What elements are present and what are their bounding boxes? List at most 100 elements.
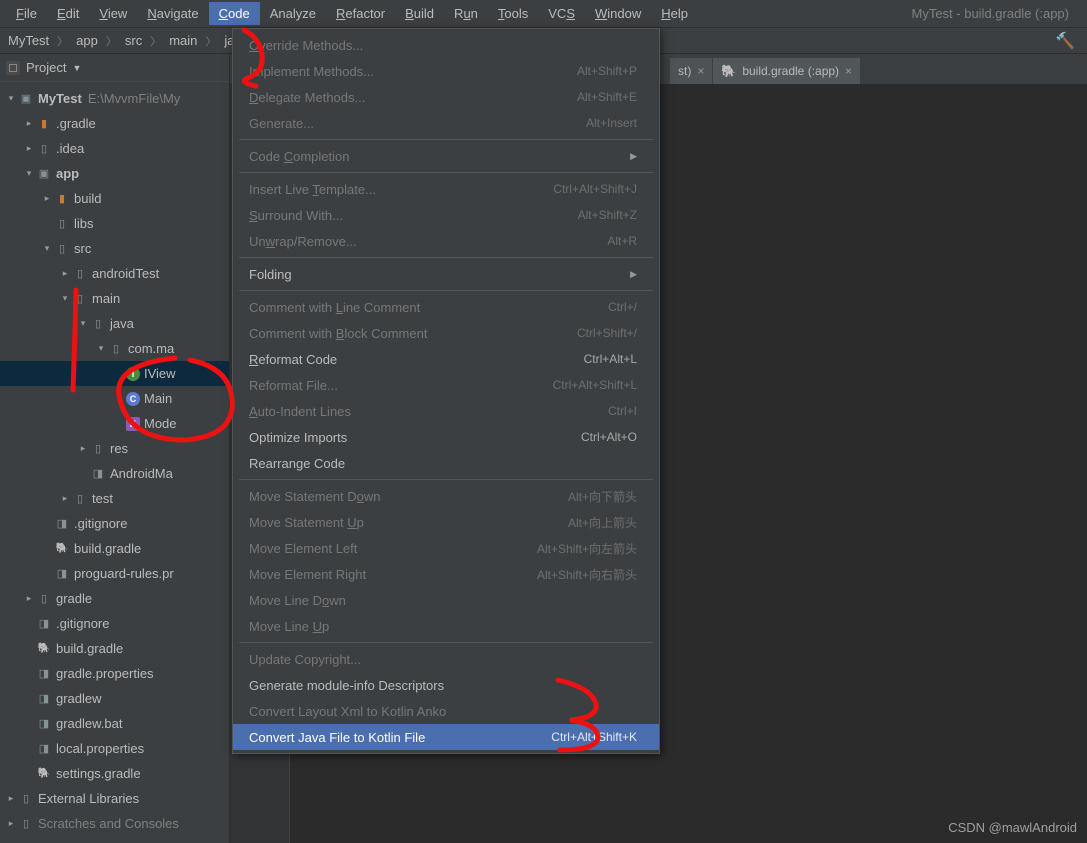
menu-navigate[interactable]: Navigate [137,2,208,25]
tree-row[interactable]: 🐘settings.gradle [0,761,229,786]
menu-item: Insert Live Template...Ctrl+Alt+Shift+J [233,176,659,202]
tree-row[interactable]: ◨ gradle.properties [0,661,229,686]
class-icon: C [126,392,140,406]
tree-row[interactable]: C Main [0,386,229,411]
menu-item: Convert Layout Xml to Kotlin Anko [233,698,659,724]
gradle-icon: 🐘 [721,64,736,78]
tree-row[interactable]: ▸▮build [0,186,229,211]
window-title: MyTest - build.gradle (:app) [911,6,1081,21]
editor-tab[interactable]: 🐘 build.gradle (:app) × [713,58,860,84]
tree-row[interactable]: ◨gradlew [0,686,229,711]
tree-row[interactable]: ◨.gitignore [0,611,229,636]
tree-label: src [74,241,91,256]
menu-item[interactable]: Optimize ImportsCtrl+Alt+O [233,424,659,450]
project-header-label: Project [26,60,66,75]
menu-code[interactable]: Code [209,2,260,25]
menu-vcs[interactable]: VCS [538,2,585,25]
tree-row[interactable]: ◨.gitignore [0,511,229,536]
tree-label: MyTest [38,91,82,106]
tree-row[interactable]: ▾▯com.ma [0,336,229,361]
tab-label: build.gradle (:app) [742,64,839,78]
tree-row[interactable]: IIView [0,361,229,386]
project-icon [6,61,20,75]
menu-refactor[interactable]: Refactor [326,2,395,25]
crumb-item[interactable]: src [121,33,146,48]
crumb-item[interactable]: main [165,33,201,48]
tree-row[interactable]: ▸▯androidTest [0,261,229,286]
folder-icon: ▮ [54,192,70,206]
crumb-sep: 〉 [146,33,165,49]
menu-window[interactable]: Window [585,2,651,25]
menu-item: Move Element RightAlt+Shift+向右箭头 [233,561,659,587]
project-sidebar: Project ▼ ▾▣MyTestE:\MvvmFile\My▸▮.gradl… [0,54,230,843]
tree-row[interactable]: ▸▯Scratches and Consoles [0,811,229,836]
tree-row[interactable]: ▸▯res [0,436,229,461]
folder-icon: ▯ [72,267,88,281]
folder-icon: ▯ [36,142,52,156]
tree-row[interactable]: KMode [0,411,229,436]
tree-label: gradle [56,591,92,606]
tree-row[interactable]: ▾▣MyTestE:\MvvmFile\My [0,86,229,111]
tree-row[interactable]: ▸▯.idea [0,136,229,161]
tree-row[interactable]: ▾▯src [0,236,229,261]
menu-build[interactable]: Build [395,2,444,25]
crumb-item[interactable]: app [72,33,102,48]
menu-item[interactable]: Reformat CodeCtrl+Alt+L [233,346,659,372]
menu-analyze[interactable]: Analyze [260,2,326,25]
tree-row[interactable]: ▾▯java [0,311,229,336]
tree-row[interactable]: ▯libs [0,211,229,236]
menu-tools[interactable]: Tools [488,2,538,25]
menu-item: Delegate Methods...Alt+Shift+E [233,84,659,110]
tree-label: AndroidMa [110,466,173,481]
project-header[interactable]: Project ▼ [0,54,229,82]
crumb-item[interactable]: MyTest [4,33,53,48]
tree-label: .gitignore [74,516,127,531]
file-icon: ◨ [36,667,52,681]
menu-help[interactable]: Help [651,2,698,25]
file-icon: ◨ [36,742,52,756]
close-icon[interactable]: × [845,64,852,78]
tree-row[interactable]: 🐘build.gradle [0,636,229,661]
menu-item[interactable]: Folding▶ [233,261,659,287]
menu-view[interactable]: View [89,2,137,25]
menu-item[interactable]: Generate module-info Descriptors [233,672,659,698]
tree-row[interactable]: ▾▯main [0,286,229,311]
tree-row[interactable]: ▾▣app [0,161,229,186]
close-icon[interactable]: × [697,64,704,78]
tree-row[interactable]: 🐘 build.gradle [0,536,229,561]
menu-item: Reformat File...Ctrl+Alt+Shift+L [233,372,659,398]
tree-row[interactable]: ▸▯gradle [0,586,229,611]
menu-edit[interactable]: Edit [47,2,89,25]
menu-item[interactable]: Convert Java File to Kotlin FileCtrl+Alt… [233,724,659,750]
folder-icon: ▯ [18,792,34,806]
tree-label: gradlew.bat [56,716,123,731]
menu-item: Move Statement UpAlt+向上箭头 [233,509,659,535]
project-tree[interactable]: ▾▣MyTestE:\MvvmFile\My▸▮.gradle▸▯.idea▾▣… [0,82,229,843]
editor-tab[interactable]: st)× [670,58,712,84]
tree-row[interactable]: ◨gradlew.bat [0,711,229,736]
gradle-icon: 🐘 [54,542,70,556]
tree-row[interactable]: ◨ AndroidMa [0,461,229,486]
menu-run[interactable]: Run [444,2,488,25]
folder-icon: ▯ [18,817,34,831]
menu-file[interactable]: File [6,2,47,25]
tree-row[interactable]: ◨proguard-rules.pr [0,561,229,586]
tree-row[interactable]: ▸▯test [0,486,229,511]
tree-row[interactable]: ◨local.properties [0,736,229,761]
file-icon: ◨ [90,467,106,481]
menubar: FileEditViewNavigateCodeAnalyzeRefactorB… [0,0,1087,28]
menu-item: Override Methods... [233,32,659,58]
build-icon[interactable]: 🔨 [1051,31,1079,51]
menu-item: Update Copyright... [233,646,659,672]
menu-item: Comment with Line CommentCtrl+/ [233,294,659,320]
menu-item[interactable]: Rearrange Code [233,450,659,476]
folder-icon: ▯ [54,217,70,231]
chevron-down-icon: ▼ [72,63,81,73]
code-menu-popup[interactable]: Override Methods...Implement Methods...A… [232,28,660,754]
tree-row[interactable]: ▸▯External Libraries [0,786,229,811]
tree-label: .idea [56,141,84,156]
tree-label: build.gradle [74,541,141,556]
tree-label: Main [144,391,172,406]
tree-row[interactable]: ▸▮.gradle [0,111,229,136]
tree-label: gradle.properties [56,666,154,681]
